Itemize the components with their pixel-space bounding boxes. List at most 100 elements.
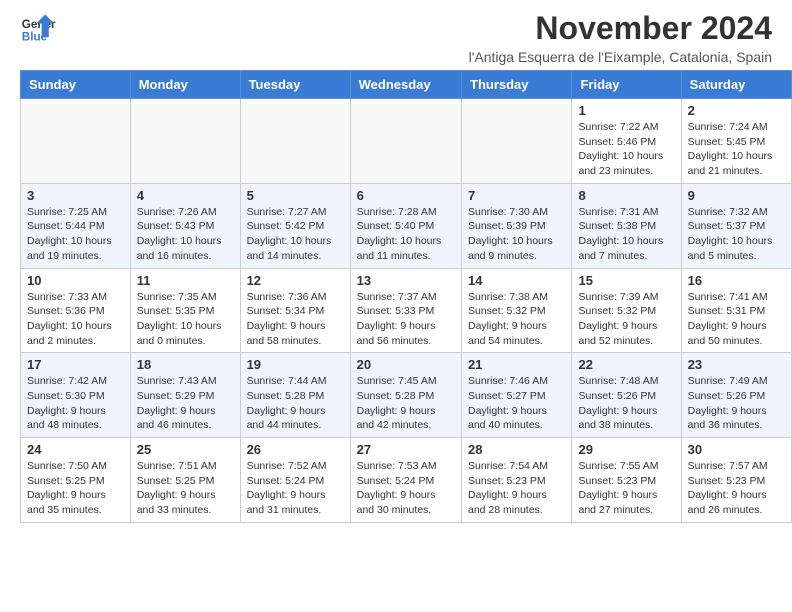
weekday-header-row: SundayMondayTuesdayWednesdayThursdayFrid…: [21, 71, 792, 99]
calendar-day-cell: 8 Sunrise: 7:31 AM Sunset: 5:38 PM Daylig…: [572, 183, 681, 268]
day-number: 19: [247, 357, 344, 372]
day-number: 16: [688, 273, 785, 288]
day-number: 30: [688, 442, 785, 457]
calendar-week-row: 3 Sunrise: 7:25 AM Sunset: 5:44 PM Daylig…: [21, 183, 792, 268]
page-header: General Blue November 2024 l'Antiga Esqu…: [0, 0, 792, 70]
day-info: Sunrise: 7:42 AM Sunset: 5:30 PM Dayligh…: [27, 374, 124, 433]
weekday-header-cell: Sunday: [21, 71, 131, 99]
calendar-day-cell: 4 Sunrise: 7:26 AM Sunset: 5:43 PM Daylig…: [130, 183, 240, 268]
day-number: 13: [357, 273, 455, 288]
day-info: Sunrise: 7:25 AM Sunset: 5:44 PM Dayligh…: [27, 205, 124, 264]
month-title: November 2024: [469, 10, 772, 47]
day-info: Sunrise: 7:43 AM Sunset: 5:29 PM Dayligh…: [137, 374, 234, 433]
calendar-day-cell: 19 Sunrise: 7:44 AM Sunset: 5:28 PM Dayli…: [240, 353, 350, 438]
calendar-day-cell: 21 Sunrise: 7:46 AM Sunset: 5:27 PM Dayli…: [462, 353, 572, 438]
day-info: Sunrise: 7:45 AM Sunset: 5:28 PM Dayligh…: [357, 374, 455, 433]
calendar-day-cell: 11 Sunrise: 7:35 AM Sunset: 5:35 PM Dayli…: [130, 268, 240, 353]
calendar-day-cell: 28 Sunrise: 7:54 AM Sunset: 5:23 PM Dayli…: [462, 438, 572, 523]
day-info: Sunrise: 7:48 AM Sunset: 5:26 PM Dayligh…: [578, 374, 674, 433]
day-number: 17: [27, 357, 124, 372]
day-number: 10: [27, 273, 124, 288]
day-info: Sunrise: 7:30 AM Sunset: 5:39 PM Dayligh…: [468, 205, 565, 264]
weekday-header-cell: Monday: [130, 71, 240, 99]
day-number: 18: [137, 357, 234, 372]
calendar-day-cell: 1Sunrise: 7:22 AM Sunset: 5:46 PM Daylig…: [572, 99, 681, 184]
calendar-day-cell: [350, 99, 461, 184]
day-number: 25: [137, 442, 234, 457]
calendar-day-cell: 27 Sunrise: 7:53 AM Sunset: 5:24 PM Dayli…: [350, 438, 461, 523]
calendar-table: SundayMondayTuesdayWednesdayThursdayFrid…: [20, 70, 792, 523]
day-number: 7: [468, 188, 565, 203]
calendar-day-cell: 13 Sunrise: 7:37 AM Sunset: 5:33 PM Dayli…: [350, 268, 461, 353]
day-number: 14: [468, 273, 565, 288]
calendar-day-cell: 22 Sunrise: 7:48 AM Sunset: 5:26 PM Dayli…: [572, 353, 681, 438]
logo-icon: General Blue: [20, 10, 56, 46]
calendar-day-cell: 15 Sunrise: 7:39 AM Sunset: 5:32 PM Dayli…: [572, 268, 681, 353]
day-info: Sunrise: 7:33 AM Sunset: 5:36 PM Dayligh…: [27, 290, 124, 349]
calendar-container: SundayMondayTuesdayWednesdayThursdayFrid…: [0, 70, 792, 533]
calendar-day-cell: [462, 99, 572, 184]
calendar-day-cell: 6 Sunrise: 7:28 AM Sunset: 5:40 PM Daylig…: [350, 183, 461, 268]
day-info: Sunrise: 7:24 AM Sunset: 5:45 PM Dayligh…: [688, 120, 785, 179]
day-info: Sunrise: 7:55 AM Sunset: 5:23 PM Dayligh…: [578, 459, 674, 518]
day-info: Sunrise: 7:39 AM Sunset: 5:32 PM Dayligh…: [578, 290, 674, 349]
calendar-day-cell: [240, 99, 350, 184]
day-info: Sunrise: 7:53 AM Sunset: 5:24 PM Dayligh…: [357, 459, 455, 518]
day-number: 28: [468, 442, 565, 457]
day-info: Sunrise: 7:27 AM Sunset: 5:42 PM Dayligh…: [247, 205, 344, 264]
day-number: 6: [357, 188, 455, 203]
calendar-week-row: 10 Sunrise: 7:33 AM Sunset: 5:36 PM Dayli…: [21, 268, 792, 353]
day-number: 8: [578, 188, 674, 203]
calendar-day-cell: 26 Sunrise: 7:52 AM Sunset: 5:24 PM Dayli…: [240, 438, 350, 523]
calendar-day-cell: 10 Sunrise: 7:33 AM Sunset: 5:36 PM Dayli…: [21, 268, 131, 353]
day-number: 9: [688, 188, 785, 203]
day-info: Sunrise: 7:41 AM Sunset: 5:31 PM Dayligh…: [688, 290, 785, 349]
weekday-header-cell: Wednesday: [350, 71, 461, 99]
day-info: Sunrise: 7:32 AM Sunset: 5:37 PM Dayligh…: [688, 205, 785, 264]
day-number: 26: [247, 442, 344, 457]
weekday-header-cell: Thursday: [462, 71, 572, 99]
day-info: Sunrise: 7:37 AM Sunset: 5:33 PM Dayligh…: [357, 290, 455, 349]
day-number: 22: [578, 357, 674, 372]
day-info: Sunrise: 7:49 AM Sunset: 5:26 PM Dayligh…: [688, 374, 785, 433]
day-number: 5: [247, 188, 344, 203]
calendar-day-cell: 23 Sunrise: 7:49 AM Sunset: 5:26 PM Dayli…: [681, 353, 791, 438]
day-info: Sunrise: 7:22 AM Sunset: 5:46 PM Dayligh…: [578, 120, 674, 179]
day-number: 15: [578, 273, 674, 288]
day-info: Sunrise: 7:35 AM Sunset: 5:35 PM Dayligh…: [137, 290, 234, 349]
day-info: Sunrise: 7:44 AM Sunset: 5:28 PM Dayligh…: [247, 374, 344, 433]
day-number: 21: [468, 357, 565, 372]
calendar-day-cell: 30Sunrise: 7:57 AM Sunset: 5:23 PM Dayli…: [681, 438, 791, 523]
weekday-header-cell: Friday: [572, 71, 681, 99]
day-info: Sunrise: 7:46 AM Sunset: 5:27 PM Dayligh…: [468, 374, 565, 433]
day-number: 11: [137, 273, 234, 288]
calendar-day-cell: [21, 99, 131, 184]
day-number: 4: [137, 188, 234, 203]
day-info: Sunrise: 7:54 AM Sunset: 5:23 PM Dayligh…: [468, 459, 565, 518]
day-info: Sunrise: 7:38 AM Sunset: 5:32 PM Dayligh…: [468, 290, 565, 349]
day-number: 27: [357, 442, 455, 457]
day-info: Sunrise: 7:28 AM Sunset: 5:40 PM Dayligh…: [357, 205, 455, 264]
calendar-day-cell: 20Sunrise: 7:45 AM Sunset: 5:28 PM Dayli…: [350, 353, 461, 438]
calendar-day-cell: 17 Sunrise: 7:42 AM Sunset: 5:30 PM Dayli…: [21, 353, 131, 438]
calendar-day-cell: 7 Sunrise: 7:30 AM Sunset: 5:39 PM Daylig…: [462, 183, 572, 268]
calendar-day-cell: 29Sunrise: 7:55 AM Sunset: 5:23 PM Dayli…: [572, 438, 681, 523]
calendar-day-cell: 5 Sunrise: 7:27 AM Sunset: 5:42 PM Daylig…: [240, 183, 350, 268]
day-number: 24: [27, 442, 124, 457]
logo: General Blue: [20, 10, 56, 46]
day-info: Sunrise: 7:52 AM Sunset: 5:24 PM Dayligh…: [247, 459, 344, 518]
calendar-day-cell: 3 Sunrise: 7:25 AM Sunset: 5:44 PM Daylig…: [21, 183, 131, 268]
calendar-day-cell: 25 Sunrise: 7:51 AM Sunset: 5:25 PM Dayli…: [130, 438, 240, 523]
day-info: Sunrise: 7:31 AM Sunset: 5:38 PM Dayligh…: [578, 205, 674, 264]
day-number: 23: [688, 357, 785, 372]
calendar-day-cell: 14 Sunrise: 7:38 AM Sunset: 5:32 PM Dayli…: [462, 268, 572, 353]
calendar-week-row: 1Sunrise: 7:22 AM Sunset: 5:46 PM Daylig…: [21, 99, 792, 184]
day-info: Sunrise: 7:51 AM Sunset: 5:25 PM Dayligh…: [137, 459, 234, 518]
calendar-week-row: 17 Sunrise: 7:42 AM Sunset: 5:30 PM Dayli…: [21, 353, 792, 438]
weekday-header-cell: Tuesday: [240, 71, 350, 99]
day-info: Sunrise: 7:26 AM Sunset: 5:43 PM Dayligh…: [137, 205, 234, 264]
calendar-day-cell: 9 Sunrise: 7:32 AM Sunset: 5:37 PM Daylig…: [681, 183, 791, 268]
title-area: November 2024 l'Antiga Esquerra de l'Eix…: [469, 10, 772, 65]
day-number: 3: [27, 188, 124, 203]
calendar-day-cell: 12Sunrise: 7:36 AM Sunset: 5:34 PM Dayli…: [240, 268, 350, 353]
